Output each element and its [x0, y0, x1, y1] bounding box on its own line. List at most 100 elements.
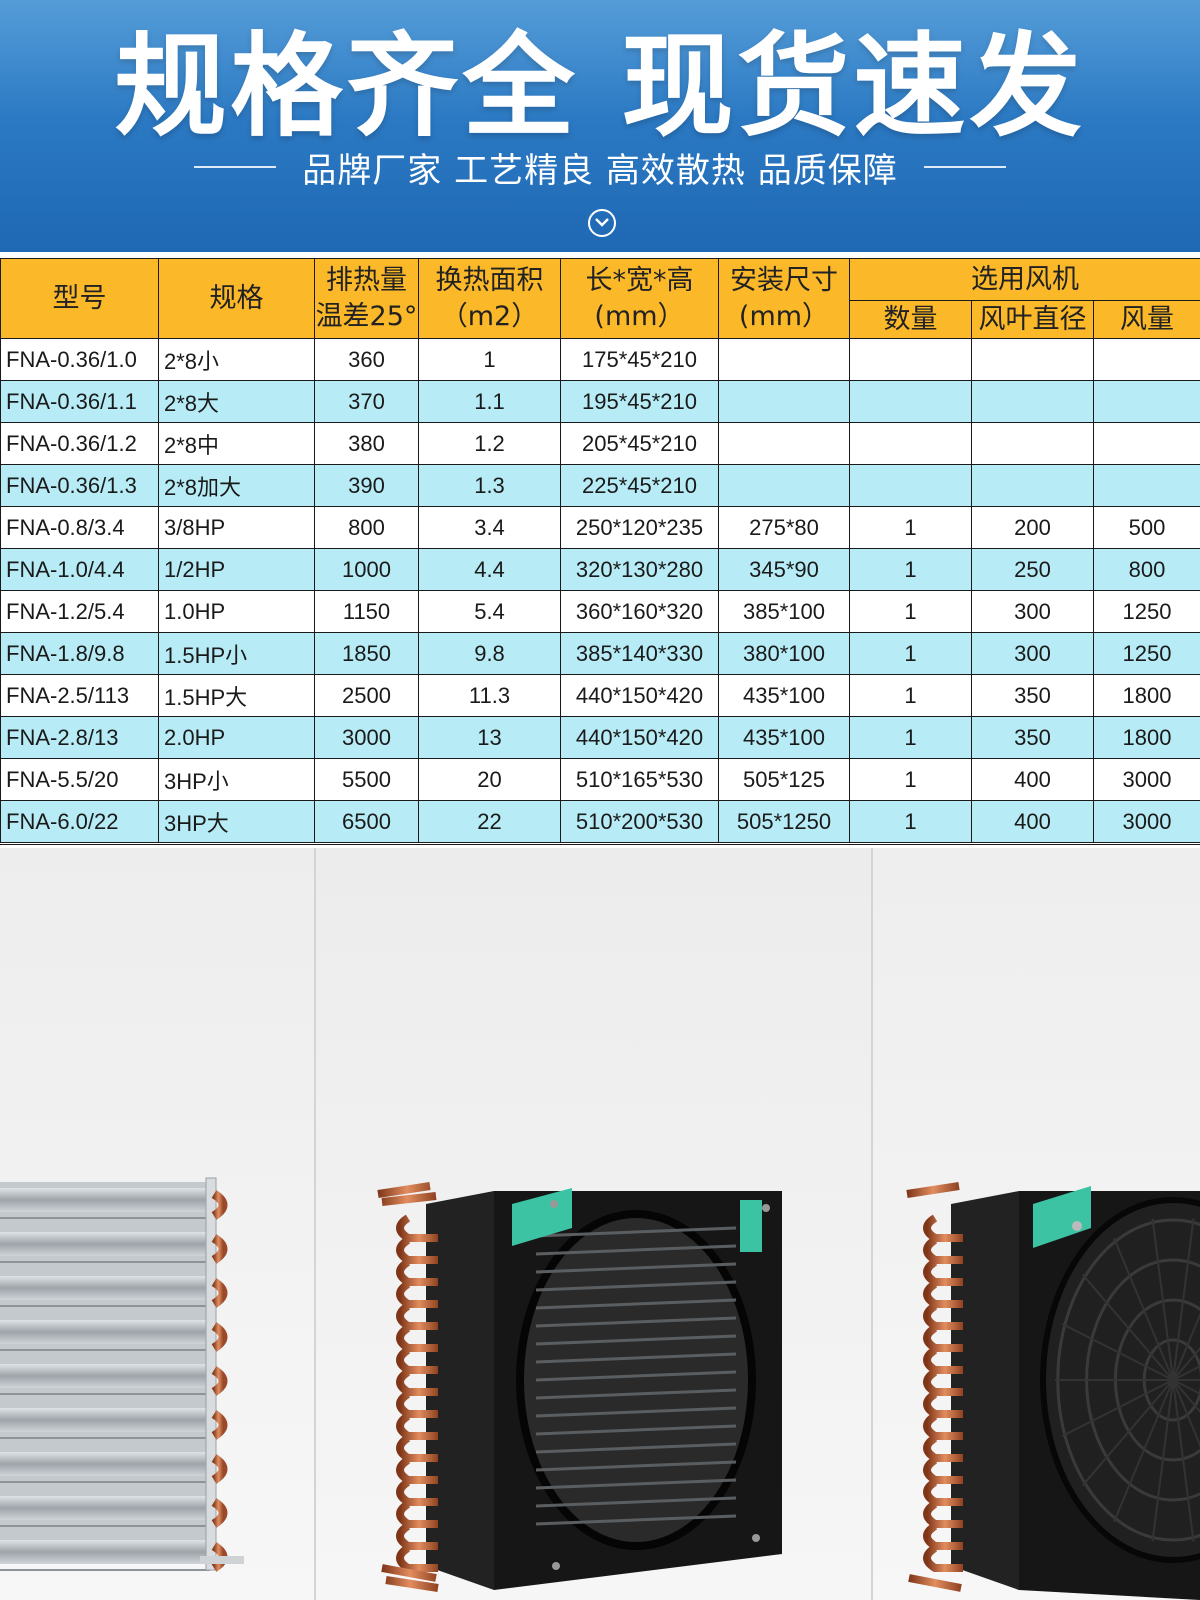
cell-fan-airflow: 1250: [1092, 590, 1200, 633]
table-row: FNA-0.36/1.2 2*8中 380 1.2 205*45*210: [0, 422, 1200, 465]
table-row: FNA-6.0/22 3HP大 6500 22 510*200*530 505*1250 1…: [0, 800, 1200, 843]
cell-spec: 3HP小: [158, 758, 315, 801]
cell-fan-diameter: [971, 338, 1094, 381]
cell-area: 5.4: [418, 590, 561, 633]
cell-fan-airflow: 1800: [1092, 674, 1200, 717]
header-dimensions: 长*宽*高 (mm）: [560, 258, 719, 339]
cell-fan-diameter: [971, 422, 1094, 465]
cell-install: 275*80: [718, 506, 850, 549]
cell-heat: 5500: [314, 758, 419, 801]
cell-area: 22: [418, 800, 561, 843]
header-install-size: 安装尺寸 (mm）: [718, 258, 850, 339]
table-row: FNA-1.2/5.4 1.0HP 1150 5.4 360*160*320 385*10…: [0, 590, 1200, 633]
table-row: FNA-2.8/13 2.0HP 3000 13 440*150*420 435*100 1…: [0, 716, 1200, 759]
header-heat-line2: 温差25°: [315, 300, 418, 332]
cell-install: [718, 380, 850, 423]
cell-area: 13: [418, 716, 561, 759]
cell-model: FNA-1.2/5.4: [0, 590, 159, 633]
cell-fan-diameter: 250: [971, 548, 1094, 591]
banner-headline: 规格齐全 现货速发: [114, 22, 1086, 152]
cell-fan-diameter: 400: [971, 800, 1094, 843]
cell-install: 435*100: [718, 716, 850, 759]
header-fan-group: 选用风机: [848, 258, 1200, 301]
cell-area: 1: [418, 338, 561, 381]
cell-fan-qty: 1: [849, 632, 972, 675]
cell-fan-diameter: 300: [971, 590, 1094, 633]
cell-dims: 225*45*210: [560, 464, 719, 507]
cell-model: FNA-0.36/1.2: [0, 422, 159, 465]
cell-spec: 2*8中: [158, 422, 315, 465]
header-spec: 规格: [158, 258, 315, 339]
table-row: FNA-5.5/20 3HP小 5500 20 510*165*530 505*125 1 4…: [0, 758, 1200, 801]
header-model: 型号: [0, 258, 159, 339]
cell-heat: 1000: [314, 548, 419, 591]
cell-fan-diameter: [971, 464, 1094, 507]
cell-fan-qty: 1: [849, 674, 972, 717]
cell-install: [718, 464, 850, 507]
cell-fan-diameter: 350: [971, 674, 1094, 717]
cell-fan-qty: 1: [849, 506, 972, 549]
cell-install: [718, 422, 850, 465]
product-photos: [0, 848, 1200, 1600]
condenser-with-fan-image: [873, 848, 1200, 1600]
banner-tagline: 品牌厂家 工艺精良 高效散热 品质保障: [302, 150, 898, 191]
cell-dims: 250*120*235: [560, 506, 719, 549]
header-dims-line1: 长*宽*高: [585, 264, 694, 296]
cell-heat: 370: [314, 380, 419, 423]
cell-install: 380*100: [718, 632, 850, 675]
cell-install: [718, 338, 850, 381]
cell-area: 20: [418, 758, 561, 801]
header-heat-rejection: 排热量 温差25°: [314, 258, 419, 339]
cell-heat: 3000: [314, 716, 419, 759]
cell-model: FNA-0.36/1.0: [0, 338, 159, 381]
cell-spec: 2.0HP: [158, 716, 315, 759]
cell-area: 9.8: [418, 632, 561, 675]
cell-fan-qty: [849, 464, 972, 507]
cell-dims: 440*150*420: [560, 674, 719, 717]
cell-fan-airflow: 500: [1092, 506, 1200, 549]
cell-fan-airflow: [1092, 422, 1200, 465]
cell-area: 1.3: [418, 464, 561, 507]
cell-heat: 1150: [314, 590, 419, 633]
cell-install: 505*125: [718, 758, 850, 801]
cell-model: FNA-2.5/113: [0, 674, 159, 717]
cell-dims: 360*160*320: [560, 590, 719, 633]
cell-spec: 3HP大: [158, 800, 315, 843]
cell-spec: 3/8HP: [158, 506, 315, 549]
cell-area: 1.1: [418, 380, 561, 423]
cell-heat: 1850: [314, 632, 419, 675]
cell-spec: 2*8大: [158, 380, 315, 423]
cell-heat: 380: [314, 422, 419, 465]
cell-dims: 175*45*210: [560, 338, 719, 381]
cell-fan-diameter: 400: [971, 758, 1094, 801]
banner-tagline-row: 品牌厂家 工艺精良 高效散热 品质保障: [0, 142, 1200, 192]
cell-fan-qty: [849, 380, 972, 423]
header-heat-line1: 排热量: [326, 264, 407, 296]
table-row: FNA-1.8/9.8 1.5HP小 1850 9.8 385*140*330 380*1…: [0, 632, 1200, 675]
cell-fan-diameter: 350: [971, 716, 1094, 759]
cell-model: FNA-5.5/20: [0, 758, 159, 801]
cell-heat: 800: [314, 506, 419, 549]
cell-fan-diameter: 300: [971, 632, 1094, 675]
chevron-down-circle-icon[interactable]: [588, 209, 616, 237]
cell-area: 4.4: [418, 548, 561, 591]
cell-dims: 440*150*420: [560, 716, 719, 759]
cell-fan-airflow: [1092, 338, 1200, 381]
cell-spec: 2*8小: [158, 338, 315, 381]
cell-area: 1.2: [418, 422, 561, 465]
cell-heat: 390: [314, 464, 419, 507]
cell-area: 3.4: [418, 506, 561, 549]
cell-dims: 205*45*210: [560, 422, 719, 465]
cell-spec: 2*8加大: [158, 464, 315, 507]
cell-heat: 2500: [314, 674, 419, 717]
cell-dims: 510*165*530: [560, 758, 719, 801]
header-area: 换热面积 （m2）: [418, 258, 561, 339]
cell-model: FNA-1.0/4.4: [0, 548, 159, 591]
cell-fan-airflow: [1092, 464, 1200, 507]
cell-area: 11.3: [418, 674, 561, 717]
cell-fan-qty: [849, 338, 972, 381]
cell-fan-airflow: [1092, 380, 1200, 423]
cell-fan-qty: 1: [849, 716, 972, 759]
table-row: FNA-0.36/1.3 2*8加大 390 1.3 225*45*210: [0, 464, 1200, 507]
cell-model: FNA-6.0/22: [0, 800, 159, 843]
